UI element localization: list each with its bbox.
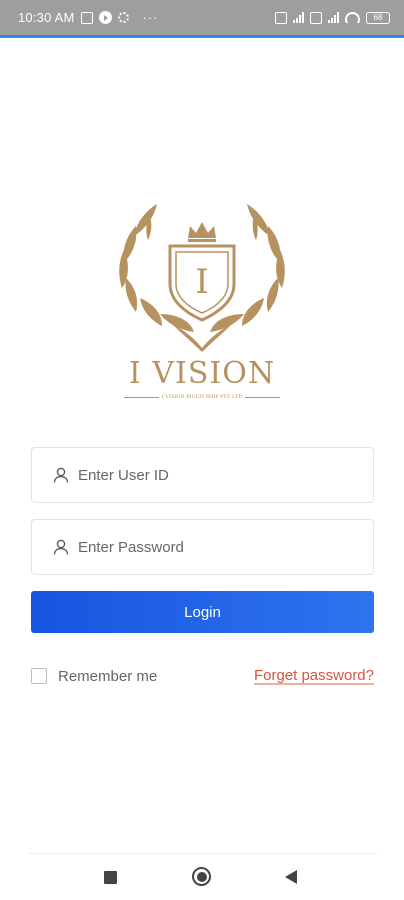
gallery-icon [80, 11, 93, 24]
brand-tagline-row: I VISION MULTI SHIP PVT LTD [124, 392, 281, 402]
emblem-letter: I [195, 262, 208, 302]
status-left: 10:30 AM ··· [18, 10, 159, 25]
login-screen: 10:30 AM ··· 68 I I VISION I VISION MULT… [0, 0, 404, 900]
divider [28, 853, 378, 854]
brand-tagline: I VISION MULTI SHIP PVT LTD [161, 394, 243, 400]
user-id-field-container[interactable] [31, 447, 374, 503]
remember-me[interactable]: Remember me [31, 666, 157, 686]
user-icon [53, 467, 69, 483]
status-time: 10:30 AM [18, 10, 75, 25]
status-bar: 10:30 AM ··· 68 [0, 0, 404, 38]
battery-level: 68 [373, 13, 383, 22]
play-icon [98, 11, 112, 24]
user-id-input[interactable] [78, 466, 338, 484]
more-icon: ··· [142, 10, 159, 25]
back-triangle-icon[interactable] [285, 870, 297, 884]
recents-square-icon[interactable] [104, 871, 117, 884]
brand-name: I VISION [128, 356, 276, 391]
system-nav-bar [0, 856, 404, 900]
settings-icon [117, 12, 129, 23]
battery-icon: 68 [366, 11, 390, 24]
login-button[interactable]: Login [31, 591, 374, 633]
user-icon [53, 539, 69, 555]
wifi-icon [345, 12, 360, 23]
password-input[interactable] [78, 538, 338, 556]
status-right: 68 [275, 11, 390, 24]
signal-icon-2 [328, 12, 339, 23]
divider [124, 396, 159, 398]
password-field-container[interactable] [31, 519, 374, 575]
signal-icon [293, 12, 304, 23]
sim-icon [310, 11, 322, 24]
home-circle-icon[interactable] [192, 867, 211, 886]
remember-checkbox[interactable] [31, 668, 47, 684]
divider [245, 396, 281, 398]
forget-password-link[interactable]: Forget password? [254, 667, 374, 684]
remember-label: Remember me [58, 667, 158, 685]
data-saver-icon [275, 11, 287, 24]
